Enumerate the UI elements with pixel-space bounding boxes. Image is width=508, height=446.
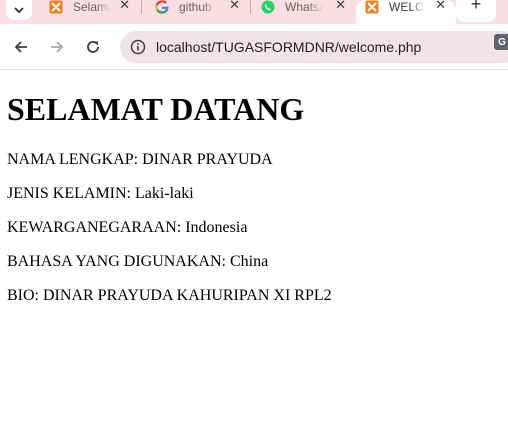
tab-whatsapp[interactable]: WhatsApp ✕ <box>252 0 356 24</box>
google-icon <box>154 0 170 15</box>
tab-separator <box>141 0 142 14</box>
forward-button[interactable] <box>45 35 69 59</box>
page-title: SELAMAT DATANG <box>7 91 305 127</box>
field-kewarganegaraan: KEWARGANEGARAAN: Indonesia <box>7 219 248 236</box>
translate-icon[interactable]: G <box>494 34 508 50</box>
url-text: localhost/TUGASFORMDNR/welcome.php <box>156 39 422 55</box>
back-button[interactable] <box>9 35 33 59</box>
browser-toolbar: localhost/TUGASFORMDNR/welcome.php G <box>0 24 508 70</box>
close-icon[interactable]: ✕ <box>335 0 346 11</box>
tab-strip: Selamat Datang ✕ github ✕ WhatsApp ✕ WEL… <box>0 0 508 24</box>
page-content: SELAMAT DATANG NAMA LENGKAP: DINAR PRAYU… <box>0 71 508 446</box>
reload-button[interactable] <box>81 35 105 59</box>
field-jenis-kelamin: JENIS KELAMIN: Laki-laki <box>7 185 194 202</box>
new-tab-button[interactable]: + <box>456 0 496 22</box>
site-info-button[interactable] <box>126 35 150 59</box>
close-icon[interactable]: ✕ <box>229 0 240 11</box>
close-icon[interactable]: ✕ <box>435 0 446 11</box>
tab-separator <box>250 0 251 14</box>
field-bahasa: BAHASA YANG DIGUNAKAN: China <box>7 253 269 270</box>
xampp-icon <box>48 0 64 15</box>
chevron-down-icon <box>14 7 24 14</box>
field-bio: BIO: DINAR PRAYUDA KAHURIPAN XI RPL2 <box>7 287 332 304</box>
plus-icon: + <box>470 0 482 14</box>
arrow-right-icon <box>51 41 64 53</box>
tab-title: WELCOME <box>389 0 425 14</box>
tab-title: github <box>179 0 212 14</box>
whatsapp-icon <box>260 0 276 15</box>
tab-search-button[interactable] <box>6 0 32 20</box>
close-icon[interactable]: ✕ <box>119 0 130 11</box>
tab-title: Selamat Datang <box>73 0 111 14</box>
info-icon <box>130 39 146 55</box>
tab-welcome[interactable]: WELCOME ✕ <box>356 0 456 24</box>
tab-github[interactable]: github ✕ <box>146 0 250 24</box>
reload-icon <box>87 41 99 53</box>
tab-title: WhatsApp <box>285 0 323 14</box>
arrow-left-icon <box>14 41 27 53</box>
address-bar[interactable]: localhost/TUGASFORMDNR/welcome.php <box>120 31 508 63</box>
tab-selamat-datang[interactable]: Selamat Datang ✕ <box>40 0 140 24</box>
xampp-icon <box>364 0 380 15</box>
field-nama-lengkap: NAMA LENGKAP: DINAR PRAYUDA <box>7 151 273 168</box>
